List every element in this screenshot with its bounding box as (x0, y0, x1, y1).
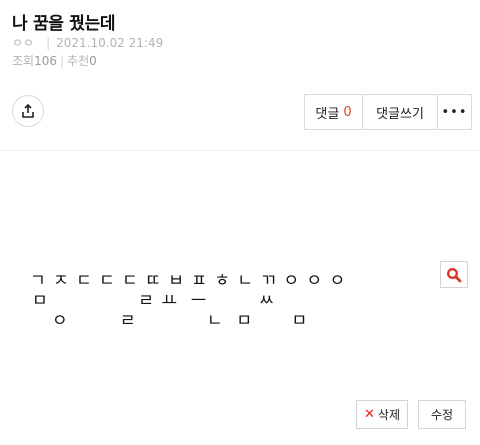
post-meta-stats: 조회106 | 추천0 (12, 52, 97, 69)
comment-label: 댓글 (315, 106, 340, 122)
recommend-label: 추천 (67, 54, 90, 68)
search-icon (446, 267, 462, 282)
comment-action-group: 댓글 0 댓글쓰기 ••• (304, 94, 472, 130)
delete-x-icon: ✕ (364, 407, 375, 422)
comment-button[interactable]: 댓글 0 (305, 95, 363, 129)
share-button[interactable] (12, 95, 44, 127)
meta-divider: | (60, 54, 65, 68)
author-name[interactable]: ㅇㅇ (12, 36, 34, 50)
meta-divider: | (46, 36, 51, 50)
share-icon (22, 104, 34, 118)
image-search-button[interactable] (440, 261, 468, 288)
delete-label: 삭제 (377, 408, 400, 422)
recommend-count: 0 (89, 54, 97, 68)
header-divider (0, 150, 480, 151)
post-date: 2021.10.02 21:49 (56, 36, 164, 50)
edit-button[interactable]: 수정 (418, 400, 466, 429)
views-count: 106 (34, 54, 57, 68)
more-icon: ••• (441, 104, 468, 120)
post-body-line-3: ㅇ ㄹ ㄴ ㅁ ㅁ (52, 311, 309, 331)
post-meta-author-date: ㅇㅇ | 2021.10.02 21:49 (12, 34, 163, 51)
more-options-button[interactable]: ••• (438, 95, 471, 129)
post-body: ㄱ ㅈ ㄷ ㄷ ㄷ ㄸ ㅂ ㅍ ㅎ ㄴ ㄲ ㅇ ㅇ ㅇ ㅁ ㄹ ㅛ ㅡ ㅆ ㅇ … (0, 262, 480, 332)
views-label: 조회 (12, 54, 35, 68)
comment-count: 0 (343, 104, 352, 120)
write-comment-button[interactable]: 댓글쓰기 (363, 95, 438, 129)
delete-button[interactable]: ✕ 삭제 (356, 400, 408, 429)
post-title: 나 꿈을 꿨는데 (12, 14, 116, 34)
